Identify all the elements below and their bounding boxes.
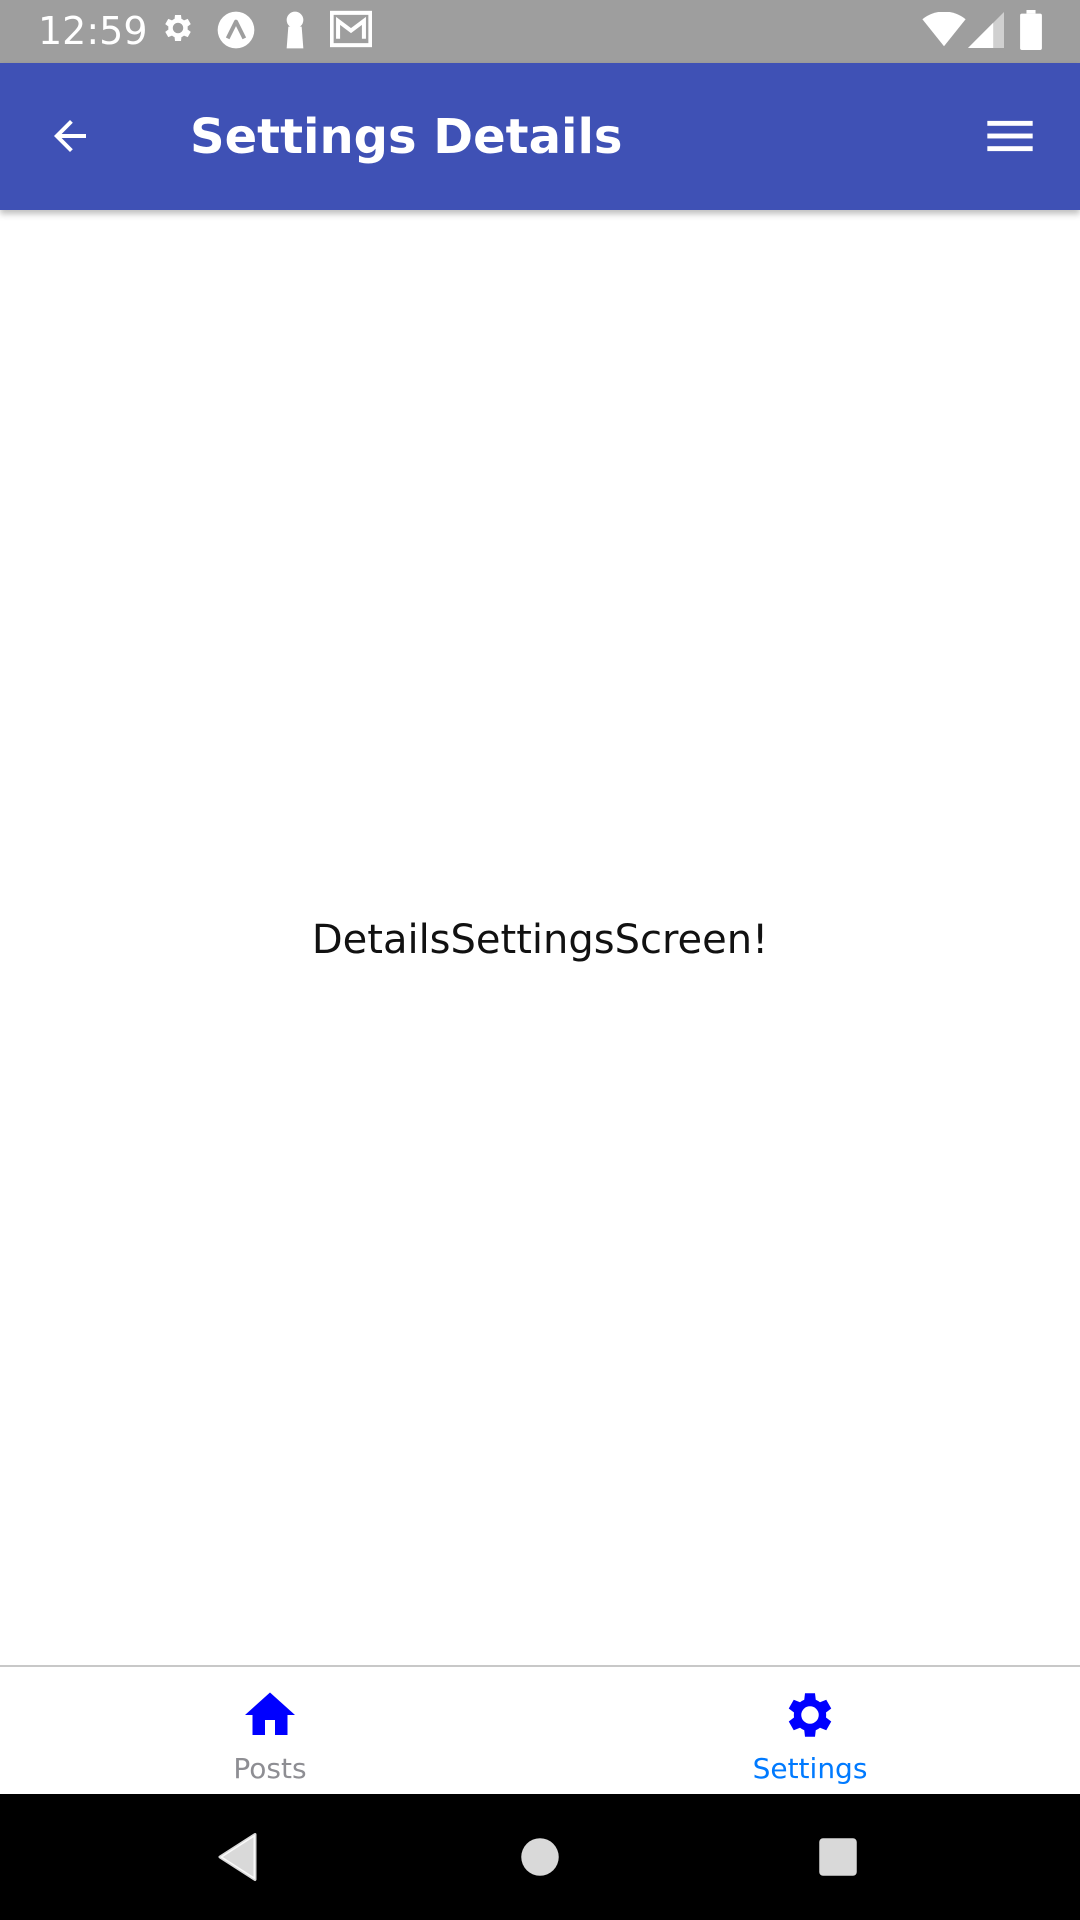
battery-icon [1020, 10, 1042, 55]
settings-gear-icon [160, 10, 196, 51]
tab-settings-label: Settings [752, 1752, 868, 1785]
home-circle-icon[interactable] [510, 1827, 570, 1887]
system-nav-bar [0, 1794, 1080, 1920]
back-button[interactable] [30, 98, 110, 178]
mail-icon [329, 10, 373, 53]
page-title: Settings Details [190, 109, 623, 165]
phone-screen: 12:59 Settings Details DetailsSettingsSc… [0, 0, 1080, 1920]
tab-posts[interactable]: Posts [0, 1667, 540, 1794]
tab-posts-label: Posts [233, 1752, 307, 1785]
app-bar: Settings Details [0, 63, 1080, 210]
gear-icon [780, 1685, 840, 1745]
keyhole-icon [280, 10, 310, 55]
tab-settings[interactable]: Settings [540, 1667, 1080, 1794]
arrow-back-icon [46, 112, 94, 165]
bottom-tab-bar: Posts Settings [0, 1665, 1080, 1794]
status-time: 12:59 [38, 9, 148, 53]
wifi-icon [922, 11, 966, 53]
back-triangle-icon[interactable] [210, 1827, 270, 1887]
home-icon [240, 1685, 300, 1745]
status-bar: 12:59 [0, 0, 1080, 63]
recents-square-icon[interactable] [808, 1827, 868, 1887]
hamburger-menu-icon [987, 119, 1033, 158]
signal-icon [968, 12, 1004, 53]
menu-button[interactable] [970, 98, 1050, 178]
expo-icon [216, 10, 256, 55]
screen-message: DetailsSettingsScreen! [311, 917, 769, 963]
